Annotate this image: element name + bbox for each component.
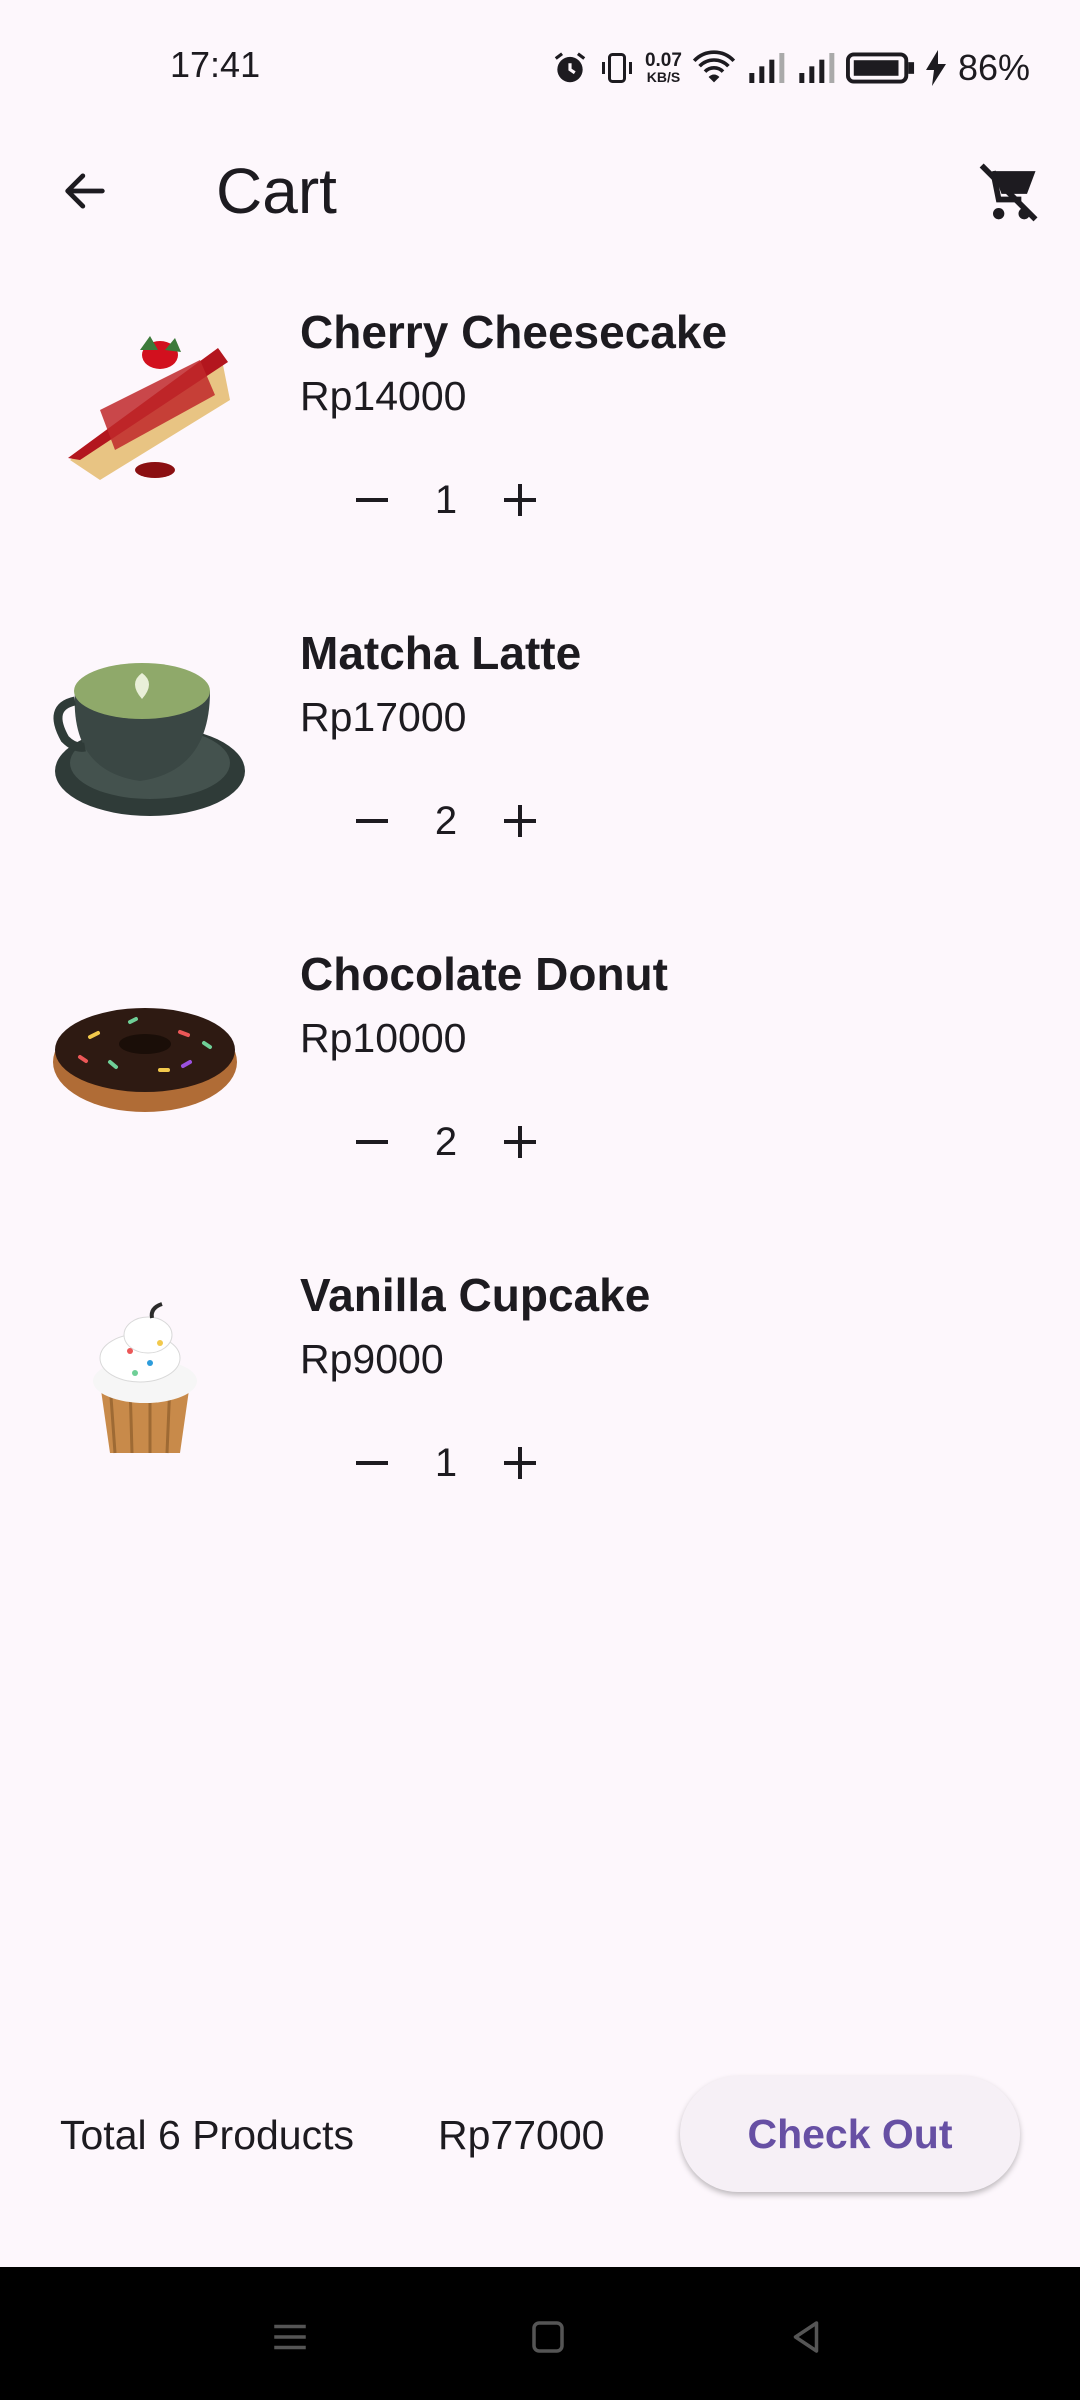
battery-icon (845, 52, 914, 84)
item-quantity: 1 (434, 1440, 458, 1485)
chocolate-donut-image (53, 1008, 237, 1112)
quantity-stepper: 2 (340, 781, 552, 861)
item-name: Cherry Cheesecake (300, 306, 728, 358)
app-bar: Cart (0, 135, 1080, 245)
cart-item: Chocolate Donut Rp10000 2 (0, 932, 1080, 1253)
total-price: Rp77000 (438, 2112, 605, 2158)
decrease-button[interactable] (340, 468, 404, 532)
cart-item: Cherry Cheesecake Rp14000 1 (0, 290, 1080, 611)
decrease-button[interactable] (340, 1110, 404, 1174)
plus-icon (504, 484, 536, 516)
total-products-label: Total 6 Products (60, 2112, 354, 2158)
nav-home-button[interactable] (518, 2307, 578, 2367)
increase-button[interactable] (488, 468, 552, 532)
back-triangle-icon (793, 2321, 819, 2353)
item-quantity: 2 (434, 798, 458, 843)
nav-back-button[interactable] (776, 2307, 836, 2367)
quantity-stepper: 1 (340, 1423, 552, 1503)
item-price: Rp17000 (300, 694, 467, 740)
cheesecake-image (68, 336, 230, 480)
cart-list: Cherry Cheesecake Rp14000 1 Matcha Latte… (0, 290, 1080, 1574)
minus-icon (356, 498, 388, 502)
plus-icon (504, 805, 536, 837)
quantity-stepper: 1 (340, 460, 552, 540)
minus-icon (356, 1140, 388, 1144)
item-name: Chocolate Donut (300, 948, 668, 1000)
home-square-icon (532, 2321, 564, 2353)
vanilla-cupcake-image (93, 1302, 197, 1454)
status-time: 17:41 (170, 44, 261, 85)
cart-item: Vanilla Cupcake Rp9000 1 (0, 1253, 1080, 1574)
increase-button[interactable] (488, 1110, 552, 1174)
network-speed: 0.07 KB/S (644, 50, 682, 85)
nav-menu-button[interactable] (260, 2307, 320, 2367)
minus-icon (356, 1461, 388, 1465)
decrease-button[interactable] (340, 789, 404, 853)
charging-icon (925, 50, 946, 86)
signal-icon-2 (799, 53, 835, 83)
increase-button[interactable] (488, 789, 552, 853)
item-quantity: 1 (434, 477, 458, 522)
increase-button[interactable] (488, 1431, 552, 1495)
wifi-icon (692, 50, 736, 83)
cart-item: Matcha Latte Rp17000 2 (0, 611, 1080, 932)
status-icons: 0.07 KB/S 86% (551, 44, 1030, 92)
plus-icon (504, 1126, 536, 1158)
item-name: Matcha Latte (300, 627, 582, 679)
system-nav-bar (0, 2267, 1080, 2400)
cart-footer: Total 6 Products Rp77000 Check Out (0, 2072, 1080, 2202)
matcha-latte-image (53, 663, 245, 816)
item-price: Rp10000 (300, 1015, 467, 1061)
status-bar: 17:41 0.07 KB/S 86% (0, 0, 1080, 135)
battery-percent: 86% (957, 47, 1030, 88)
back-button[interactable] (40, 155, 130, 227)
plus-icon (504, 1447, 536, 1479)
decrease-button[interactable] (340, 1431, 404, 1495)
alarm-icon (554, 52, 586, 83)
vibrate-icon (601, 53, 632, 83)
page-title: Cart (216, 155, 337, 227)
clear-cart-button[interactable] (970, 153, 1050, 229)
item-name: Vanilla Cupcake (300, 1269, 651, 1321)
item-quantity: 2 (434, 1119, 458, 1164)
checkout-button[interactable]: Check Out (680, 2076, 1020, 2192)
quantity-stepper: 2 (340, 1102, 552, 1182)
minus-icon (356, 819, 388, 823)
signal-icon (749, 53, 785, 83)
item-price: Rp14000 (300, 373, 467, 419)
menu-icon (274, 2324, 306, 2350)
remove-shopping-cart-icon (979, 163, 1038, 222)
arrow-back-icon (65, 173, 105, 209)
item-price: Rp9000 (300, 1336, 444, 1382)
